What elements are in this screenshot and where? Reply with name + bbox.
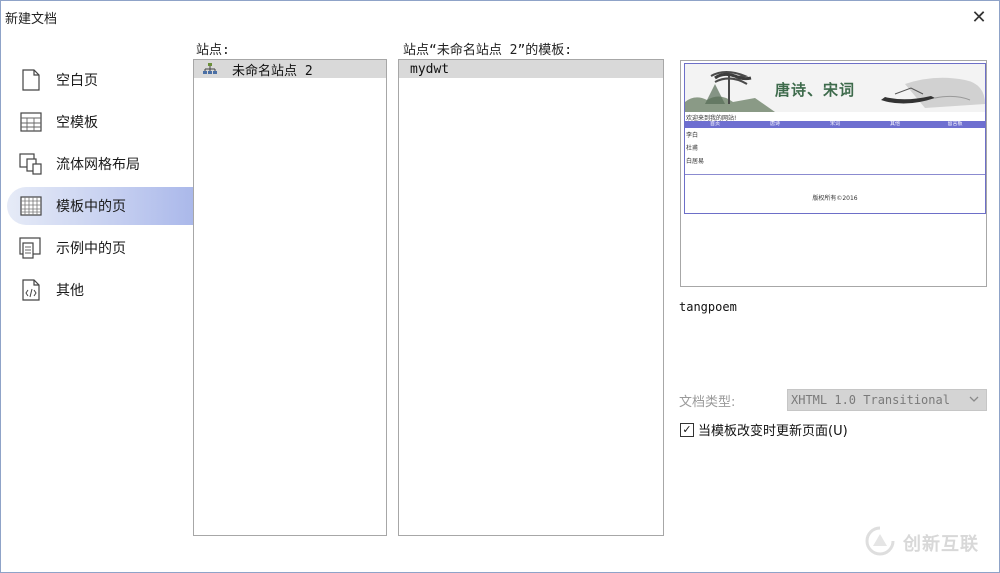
- category-blank-template[interactable]: 空模板: [7, 101, 194, 143]
- preview-side-item: 白居易: [686, 158, 705, 165]
- category-label: 空模板: [56, 115, 98, 131]
- category-label: 示例中的页: [56, 241, 126, 257]
- sites-label: 站点:: [196, 43, 230, 58]
- preview-nav-item: 留言板: [947, 121, 963, 127]
- templates-list[interactable]: mydwt: [398, 59, 664, 536]
- site-icon: [202, 62, 218, 76]
- category-label: 流体网格布局: [56, 157, 140, 173]
- template-name: mydwt: [410, 61, 450, 77]
- watermark-text: 创新互联: [903, 534, 979, 555]
- preview-side-item: 李白: [686, 132, 699, 139]
- doctype-label: 文档类型:: [679, 395, 736, 410]
- category-sample-page[interactable]: 示例中的页: [7, 227, 194, 269]
- category-list: 空白页 空模板 流体网格布局 模板中的页 示例中的页 其他: [7, 59, 194, 311]
- blank-page-icon: [19, 68, 43, 92]
- code-file-icon: [19, 278, 43, 302]
- preview-page: 唐诗、宋词 欢迎来到我的网站! 首页 唐诗 宋词 其他 留言板 李白 杜甫 白居…: [684, 63, 986, 214]
- category-fluid-grid[interactable]: 流体网格布局: [7, 143, 194, 185]
- preview-divider: [685, 174, 985, 175]
- update-pages-option[interactable]: ✓ 当模板改变时更新页面(U): [680, 420, 848, 439]
- update-pages-checkbox[interactable]: ✓: [680, 422, 694, 437]
- blank-template-icon: [19, 110, 43, 134]
- fluid-grid-icon: [19, 152, 43, 176]
- new-document-dialog: 新建文档 ✕ 空白页 空模板 流体网格布局 模板中的页 示例中的页 其他 站点:…: [0, 0, 1000, 573]
- category-label: 其他: [56, 283, 84, 299]
- sites-list[interactable]: 未命名站点 2: [193, 59, 387, 536]
- doctype-select[interactable]: XHTML 1.0 Transitional: [787, 389, 987, 411]
- preview-nav-item: 首页: [709, 121, 720, 127]
- category-template-page[interactable]: 模板中的页: [7, 187, 194, 225]
- preview-copyright: 版权所有©2016: [812, 195, 858, 202]
- doctype-value: XHTML 1.0 Transitional: [791, 393, 950, 407]
- category-blank-page[interactable]: 空白页: [7, 59, 194, 101]
- preview-title: 唐诗、宋词: [775, 81, 856, 99]
- chevron-down-icon: [968, 393, 980, 408]
- preview-nav-item: 其他: [889, 121, 900, 127]
- templates-label: 站点“未命名站点 2”的模板:: [403, 43, 573, 58]
- close-icon[interactable]: ✕: [971, 7, 986, 28]
- dialog-title: 新建文档: [5, 12, 58, 27]
- watermark: 创新互联: [863, 526, 979, 560]
- category-label: 空白页: [56, 73, 98, 89]
- preview-side-item: 杜甫: [686, 145, 699, 152]
- preview-nav-item: 唐诗: [769, 121, 780, 127]
- close-button[interactable]: ✕: [967, 6, 991, 28]
- sample-page-icon: [19, 236, 43, 260]
- preview-banner: 唐诗、宋词: [685, 64, 985, 112]
- preview-nav-item: 宋词: [829, 121, 840, 127]
- list-item[interactable]: 未命名站点 2: [194, 60, 386, 79]
- category-label: 模板中的页: [56, 199, 126, 215]
- site-name: 未命名站点 2: [232, 63, 313, 79]
- list-item[interactable]: mydwt: [399, 60, 663, 78]
- template-page-icon: [19, 194, 43, 218]
- update-pages-label[interactable]: 当模板改变时更新页面(U): [698, 420, 848, 439]
- template-preview: 唐诗、宋词 欢迎来到我的网站! 首页 唐诗 宋词 其他 留言板 李白 杜甫 白居…: [680, 60, 987, 287]
- template-description: tangpoem: [679, 300, 737, 314]
- category-other[interactable]: 其他: [7, 269, 194, 311]
- preview-nav: 首页 唐诗 宋词 其他 留言板: [685, 121, 985, 128]
- watermark-logo-icon: [863, 526, 897, 560]
